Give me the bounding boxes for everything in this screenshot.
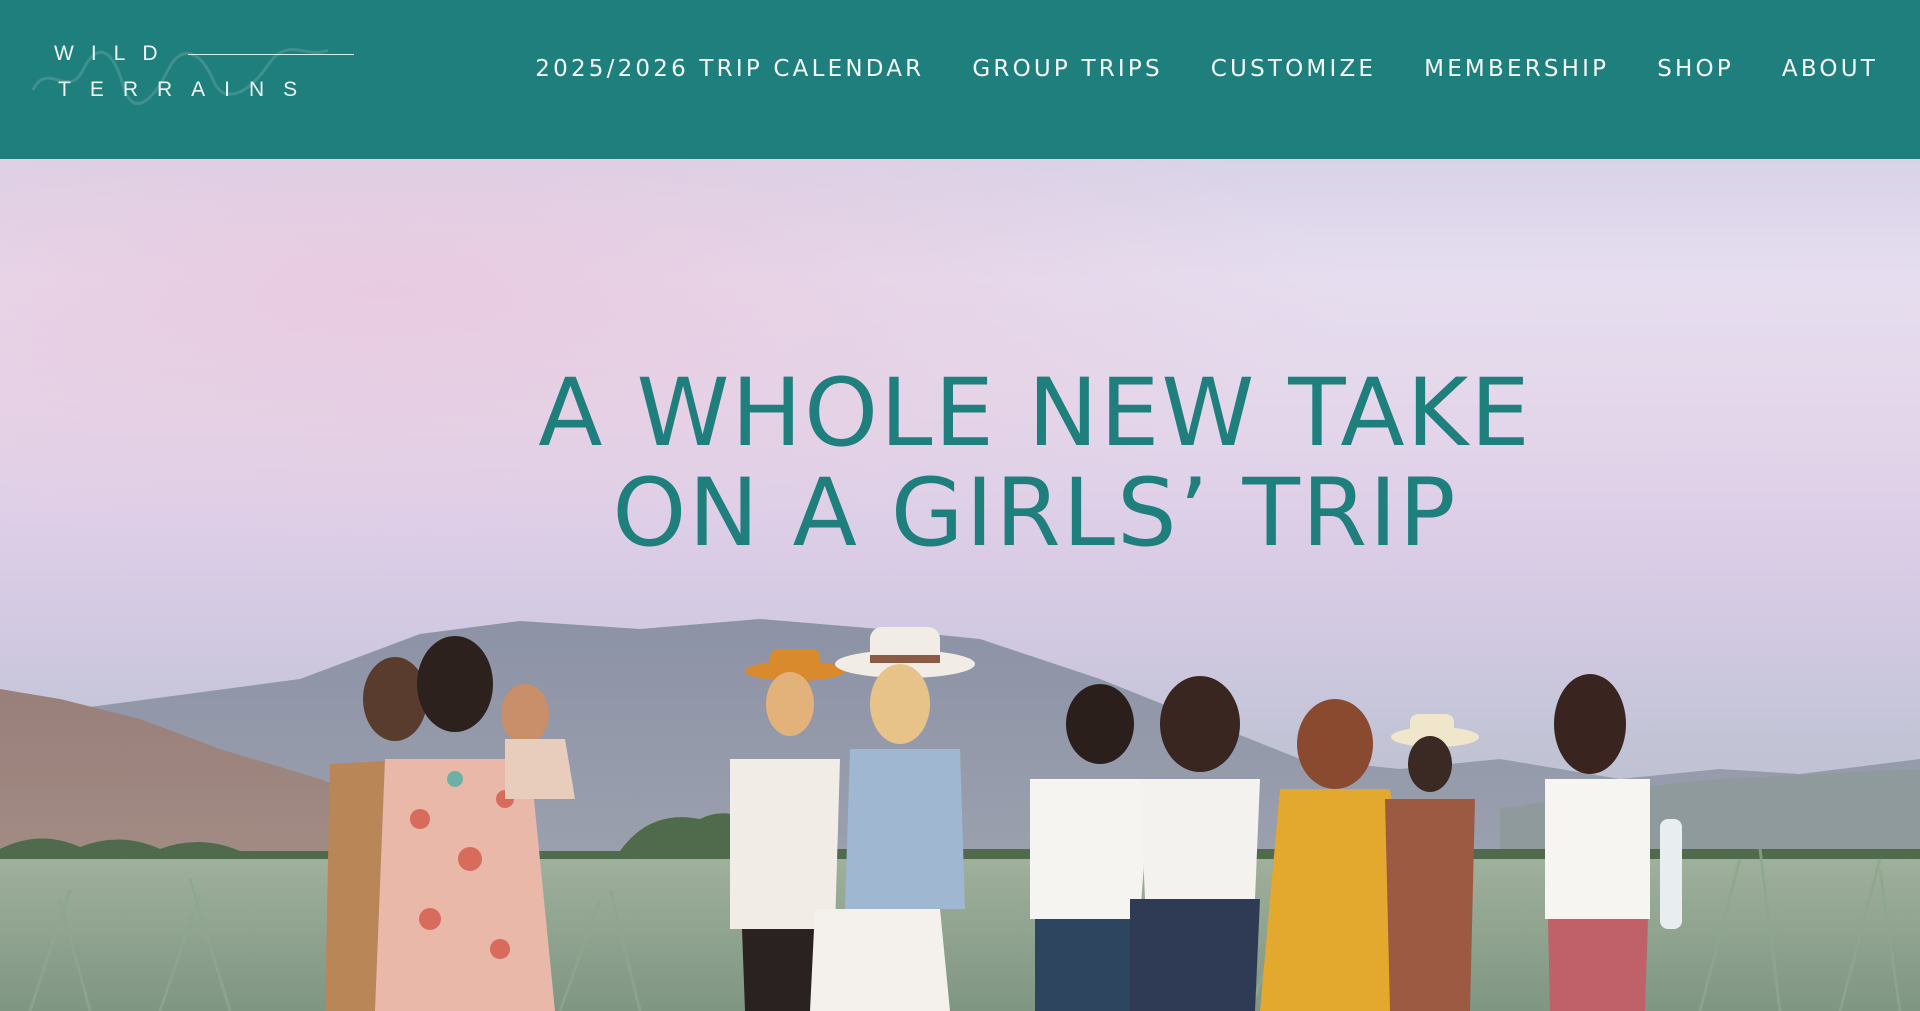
nav-about[interactable]: ABOUT xyxy=(1782,56,1878,82)
main-navigation: 2025/2026 TRIP CALENDAR GROUP TRIPS CUST… xyxy=(535,56,1878,82)
logo-rule xyxy=(188,54,354,55)
nav-trip-calendar[interactable]: 2025/2026 TRIP CALENDAR xyxy=(535,56,924,82)
nav-customize[interactable]: CUSTOMIZE xyxy=(1211,56,1376,82)
logo-wordmark-bottom: TERRAINS xyxy=(58,78,317,101)
hero-section: A WHOLE NEW TAKE ON A GIRLS’ TRIP xyxy=(0,159,1920,1011)
nav-shop[interactable]: SHOP xyxy=(1657,56,1734,82)
hero-heading-line2: ON A GIRLS’ TRIP xyxy=(612,459,1458,568)
woman-9-cream-hat xyxy=(1385,714,1479,1011)
nav-group-trips[interactable]: GROUP TRIPS xyxy=(972,56,1162,82)
hero-photo xyxy=(0,159,1920,1011)
hero-heading: A WHOLE NEW TAKE ON A GIRLS’ TRIP xyxy=(0,364,1920,564)
nav-membership[interactable]: MEMBERSHIP xyxy=(1424,56,1609,82)
site-header: WILD TERRAINS 2025/2026 TRIP CALENDAR GR… xyxy=(0,0,1920,159)
logo-wordmark-top: WILD xyxy=(54,42,175,65)
hero-heading-line1: A WHOLE NEW TAKE xyxy=(538,359,1532,468)
brand-logo[interactable]: WILD TERRAINS xyxy=(31,38,354,108)
